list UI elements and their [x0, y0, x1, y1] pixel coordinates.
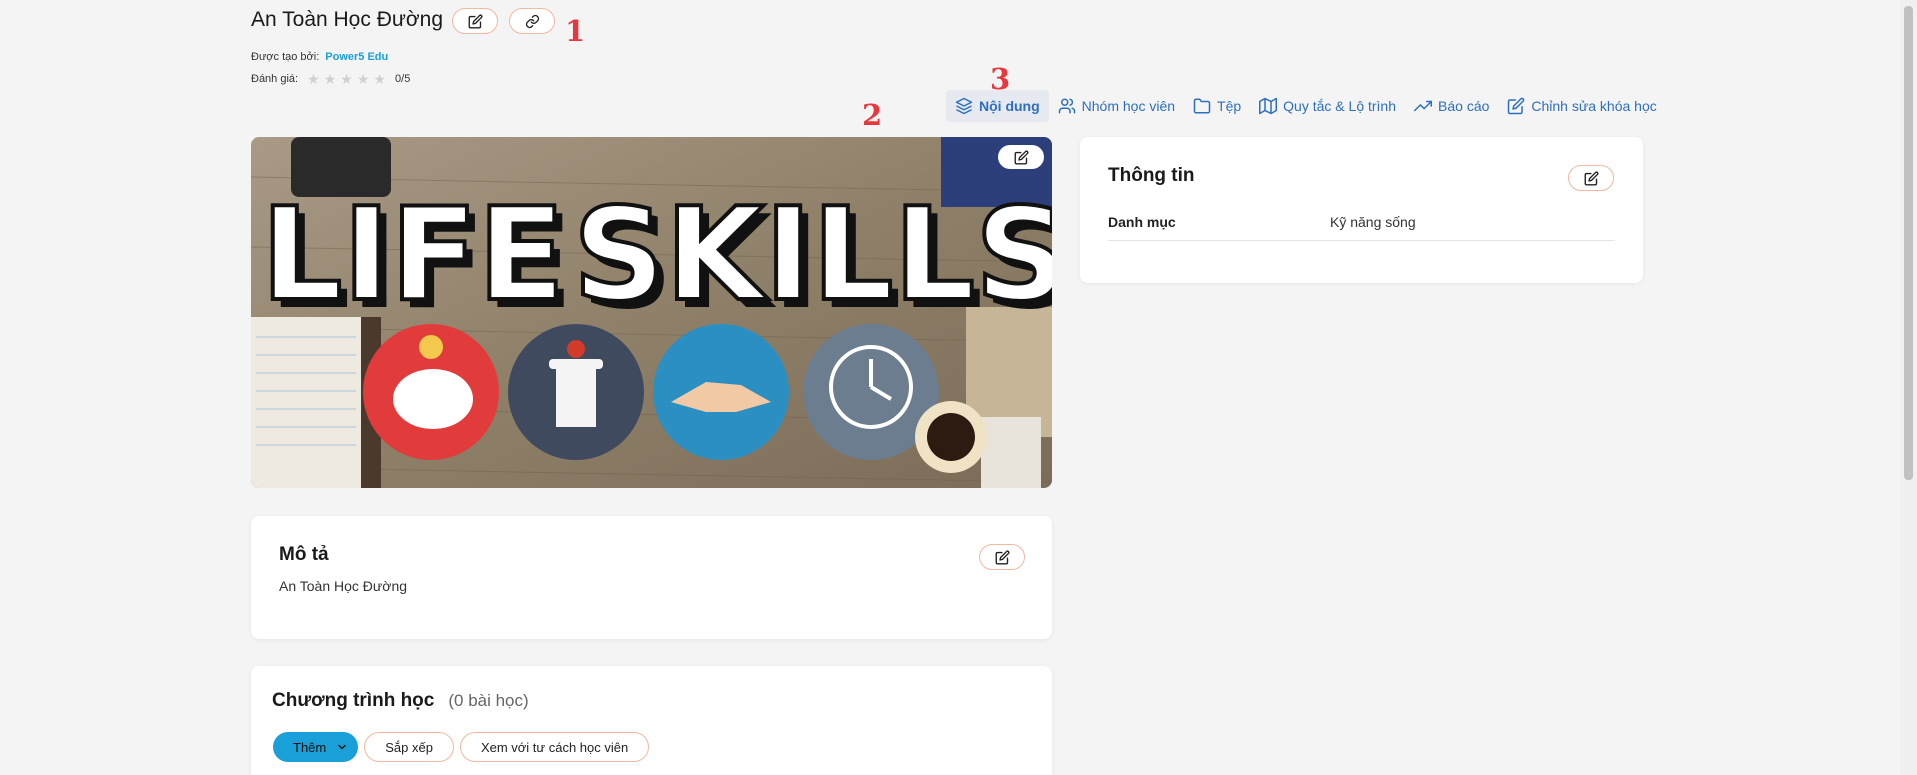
edit-icon — [468, 14, 482, 28]
tab-reports[interactable]: Báo cáo — [1405, 90, 1498, 122]
tab-learner-groups[interactable]: Nhóm học viên — [1049, 90, 1184, 122]
tab-rules-path[interactable]: Quy tắc & Lộ trình — [1250, 90, 1405, 122]
description-title: Mô tả — [279, 544, 329, 565]
created-by: Được tạo bởi: Power5 Edu — [251, 51, 388, 63]
add-label: Thêm — [293, 739, 327, 755]
tab-label: Nhóm học viên — [1081, 98, 1176, 114]
rating-value: 0/5 — [395, 72, 411, 85]
edit-info-button[interactable] — [1568, 165, 1614, 191]
tab-label: Quy tắc & Lộ trình — [1283, 98, 1397, 114]
course-cover-image: LIFE LIFE SKILLS SKILLS — [251, 137, 1052, 488]
star-icon[interactable]: ★ — [357, 72, 370, 86]
edit-description-button[interactable] — [979, 544, 1025, 570]
layers-icon — [955, 97, 973, 115]
annotation-marker: 2 — [862, 98, 883, 132]
preview-as-learner-button[interactable]: Xem với tư cách học viên — [459, 732, 650, 762]
edit-cover-button[interactable] — [998, 145, 1044, 169]
edit-icon — [1014, 150, 1028, 164]
edit-icon — [995, 550, 1009, 564]
curriculum-header: Chương trình học (0 bài học) — [272, 690, 529, 712]
page-title: An Toàn Học Đường — [251, 8, 444, 31]
life-skills-illustration: LIFE LIFE SKILLS SKILLS — [251, 137, 1052, 488]
curriculum-card: Chương trình học (0 bài học) Thêm Sắp xế… — [251, 666, 1052, 775]
tab-label: Nội dung — [979, 98, 1040, 114]
hero-text-skills: SKILLS — [573, 181, 1052, 330]
rating-stars[interactable]: ★ ★ ★ ★ ★ — [307, 72, 386, 86]
star-icon[interactable]: ★ — [340, 72, 353, 86]
star-icon[interactable]: ★ — [307, 72, 320, 86]
edit-title-button[interactable] — [452, 8, 498, 34]
course-tabs: Nội dung Nhóm học viên Tệp Quy tắc & Lộ … — [946, 90, 1666, 122]
info-card: Thông tin Danh mục Kỹ năng sống — [1080, 137, 1643, 283]
info-key: Danh mục — [1108, 213, 1176, 230]
info-card-title: Thông tin — [1108, 165, 1195, 186]
tab-files[interactable]: Tệp — [1184, 90, 1250, 122]
edit-icon — [1508, 97, 1525, 115]
tab-content[interactable]: Nội dung — [946, 90, 1049, 122]
description-card: Mô tả An Toàn Học Đường — [251, 516, 1052, 639]
edit-icon — [1584, 171, 1598, 185]
tab-label: Chỉnh sửa khóa học — [1531, 98, 1657, 114]
scrollbar-thumb[interactable] — [1904, 6, 1913, 480]
star-icon[interactable]: ★ — [373, 72, 386, 86]
curriculum-actions: Thêm Sắp xếp Xem với tư cách học viên — [273, 732, 650, 762]
description-text: An Toàn Học Đường — [279, 578, 408, 594]
tab-label: Tệp — [1217, 98, 1242, 114]
info-value: Kỹ năng sống — [1330, 213, 1416, 230]
sort-button[interactable]: Sắp xếp — [364, 732, 454, 762]
rating: Đánh giá: ★ ★ ★ ★ ★ 0/5 — [251, 72, 410, 86]
curriculum-title: Chương trình học — [272, 690, 435, 711]
annotation-marker: 1 — [565, 14, 586, 48]
trending-up-icon — [1414, 100, 1433, 112]
copy-link-button[interactable] — [509, 8, 555, 34]
map-icon — [1259, 97, 1278, 115]
star-icon[interactable]: ★ — [324, 72, 337, 86]
users-icon — [1058, 98, 1075, 114]
folder-icon — [1193, 98, 1211, 114]
hero-text-life: LIFE — [261, 181, 565, 330]
created-by-label: Được tạo bởi: — [251, 51, 320, 63]
add-dropdown-button[interactable]: Thêm — [273, 732, 359, 762]
rating-label: Đánh giá: — [251, 72, 299, 85]
chevron-down-icon — [338, 744, 346, 750]
page-scrollbar[interactable] — [1900, 0, 1917, 775]
tab-label: Báo cáo — [1438, 98, 1490, 114]
tab-edit-course[interactable]: Chỉnh sửa khóa học — [1498, 90, 1665, 122]
info-row-category: Danh mục Kỹ năng sống — [1108, 203, 1615, 241]
link-icon — [525, 14, 539, 28]
lesson-count: (0 bài học) — [448, 691, 529, 710]
creator-link[interactable]: Power5 Edu — [325, 51, 388, 63]
